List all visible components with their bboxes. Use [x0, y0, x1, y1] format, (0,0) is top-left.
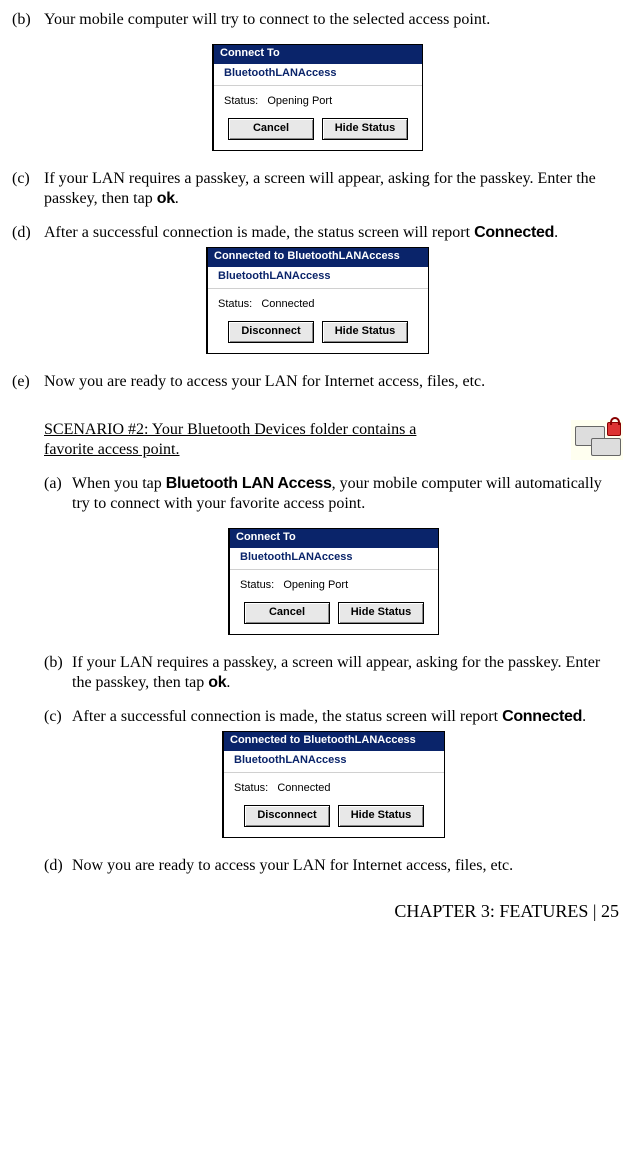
- screenshot-connect-to-1: Connect To BluetoothLANAccess Status: Op…: [12, 44, 623, 151]
- step-b-marker: (b): [12, 10, 44, 30]
- network-lock-icon: [571, 420, 623, 460]
- dialog-connected: Connected to BluetoothLANAccess Bluetoot…: [206, 247, 429, 354]
- dialog-status-line: Status: Opening Port: [240, 579, 430, 593]
- status-label: Status:: [218, 298, 252, 310]
- s2-step-b-marker: (b): [44, 653, 72, 693]
- dialog-status-line: Status: Connected: [234, 782, 436, 796]
- s2-step-c-text: After a successful connection is made, t…: [72, 707, 623, 727]
- status-value: Opening Port: [283, 579, 348, 591]
- status-label: Status:: [224, 95, 258, 107]
- hide-status-button[interactable]: Hide Status: [338, 602, 424, 624]
- hide-status-button[interactable]: Hide Status: [322, 118, 408, 140]
- hide-status-button[interactable]: Hide Status: [322, 321, 408, 343]
- step-c-marker: (c): [12, 169, 44, 209]
- step-d-marker: (d): [12, 223, 44, 243]
- ok-label: ok: [208, 674, 226, 691]
- s2-step-d: (d) Now you are ready to access your LAN…: [44, 856, 623, 876]
- scenario-2-heading-row: SCENARIO #2: Your Bluetooth Devices fold…: [44, 420, 623, 460]
- s2-step-a-marker: (a): [44, 474, 72, 514]
- dialog-subtitle: BluetoothLANAccess: [224, 751, 444, 773]
- status-label: Status:: [234, 782, 268, 794]
- step-e-text: Now you are ready to access your LAN for…: [44, 372, 623, 392]
- scenario-2-title: SCENARIO #2: Your Bluetooth Devices fold…: [44, 420, 464, 460]
- status-label: Status:: [240, 579, 274, 591]
- connected-label: Connected: [474, 224, 554, 241]
- s2-step-a: (a) When you tap Bluetooth LAN Access, y…: [44, 474, 623, 514]
- cancel-button[interactable]: Cancel: [228, 118, 314, 140]
- screenshot-connected-1: Connected to BluetoothLANAccess Bluetoot…: [12, 247, 623, 354]
- dialog-connect-to: Connect To BluetoothLANAccess Status: Op…: [212, 44, 423, 151]
- step-e: (e) Now you are ready to access your LAN…: [12, 372, 623, 392]
- dialog-title: Connected to BluetoothLANAccess: [224, 732, 444, 751]
- step-d-text: After a successful connection is made, t…: [44, 223, 623, 243]
- step-c: (c) If your LAN requires a passkey, a sc…: [12, 169, 623, 209]
- disconnect-button[interactable]: Disconnect: [244, 805, 330, 827]
- s2-step-a-text: When you tap Bluetooth LAN Access, your …: [72, 474, 623, 514]
- status-value: Opening Port: [267, 95, 332, 107]
- s2-step-b-text: If your LAN requires a passkey, a screen…: [72, 653, 623, 693]
- step-c-text: If your LAN requires a passkey, a screen…: [44, 169, 623, 209]
- dialog-title: Connect To: [214, 45, 422, 64]
- dialog-status-line: Status: Opening Port: [224, 95, 414, 109]
- status-value: Connected: [277, 782, 330, 794]
- page-footer: CHAPTER 3: FEATURES | 25: [12, 900, 623, 923]
- s2-step-c: (c) After a successful connection is mad…: [44, 707, 623, 727]
- dialog-connect-to: Connect To BluetoothLANAccess Status: Op…: [228, 528, 439, 635]
- s2-step-b: (b) If your LAN requires a passkey, a sc…: [44, 653, 623, 693]
- s2-step-d-marker: (d): [44, 856, 72, 876]
- ok-label: ok: [157, 190, 175, 207]
- status-value: Connected: [261, 298, 314, 310]
- dialog-title: Connect To: [230, 529, 438, 548]
- screenshot-connect-to-2: Connect To BluetoothLANAccess Status: Op…: [44, 528, 623, 635]
- hide-status-button[interactable]: Hide Status: [338, 805, 424, 827]
- s2-step-c-marker: (c): [44, 707, 72, 727]
- disconnect-button[interactable]: Disconnect: [228, 321, 314, 343]
- dialog-subtitle: BluetoothLANAccess: [208, 267, 428, 289]
- s2-step-d-text: Now you are ready to access your LAN for…: [72, 856, 623, 876]
- dialog-title: Connected to BluetoothLANAccess: [208, 248, 428, 267]
- dialog-subtitle: BluetoothLANAccess: [214, 64, 422, 86]
- connected-label: Connected: [502, 708, 582, 725]
- step-e-marker: (e): [12, 372, 44, 392]
- bluetooth-lan-access-label: Bluetooth LAN Access: [166, 475, 332, 492]
- cancel-button[interactable]: Cancel: [244, 602, 330, 624]
- step-b-text: Your mobile computer will try to connect…: [44, 10, 623, 30]
- step-b: (b) Your mobile computer will try to con…: [12, 10, 623, 30]
- step-d: (d) After a successful connection is mad…: [12, 223, 623, 243]
- screenshot-connected-2: Connected to BluetoothLANAccess Bluetoot…: [44, 731, 623, 838]
- dialog-status-line: Status: Connected: [218, 298, 420, 312]
- dialog-subtitle: BluetoothLANAccess: [230, 548, 438, 570]
- dialog-connected: Connected to BluetoothLANAccess Bluetoot…: [222, 731, 445, 838]
